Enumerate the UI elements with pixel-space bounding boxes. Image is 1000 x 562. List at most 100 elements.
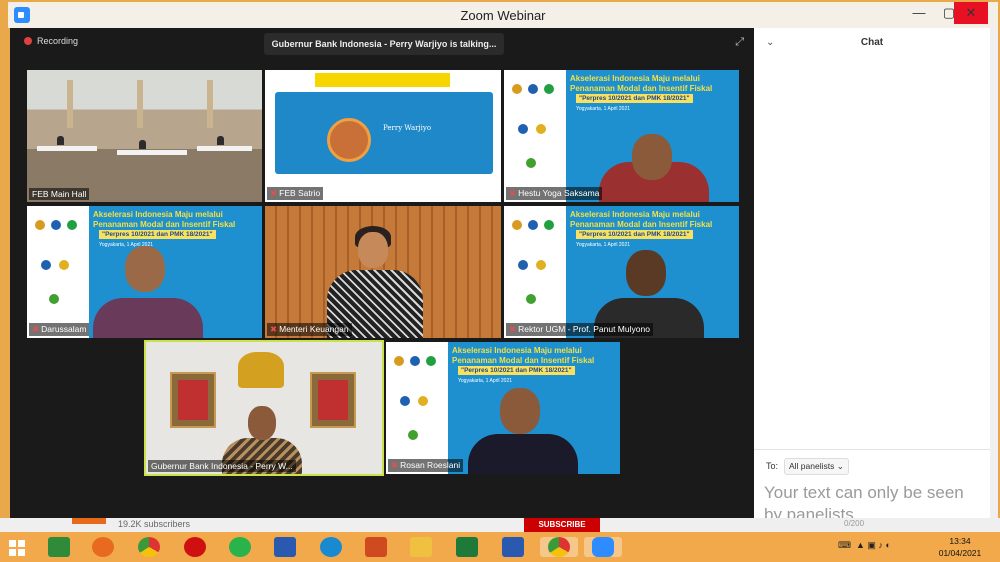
- whatsapp-icon[interactable]: [229, 537, 251, 557]
- speaker-portrait: [327, 118, 371, 162]
- zoom-icon[interactable]: [592, 537, 614, 557]
- participant-head: [632, 134, 672, 180]
- video-tile[interactable]: Perry Warjiyo ✖ FEB Satrio: [265, 70, 501, 202]
- taskbar-app-1[interactable]: [48, 537, 70, 557]
- hall-table: [197, 146, 252, 151]
- speaker-banner: Gubernur Bank Indonesia - Perry Warjiyo …: [264, 33, 504, 55]
- subscriber-count: 19.2K subscribers: [118, 519, 191, 529]
- sponsor-sidebar: [386, 342, 448, 474]
- mic-muted-icon: ✖: [32, 324, 40, 334]
- word-icon[interactable]: [502, 537, 524, 557]
- participant-body: [468, 434, 578, 474]
- window-titlebar: Zoom Webinar — ▢ ✕: [8, 2, 998, 28]
- edge-icon[interactable]: [320, 537, 342, 557]
- participant-name: FEB Main Hall: [29, 188, 90, 200]
- hall-column: [67, 80, 73, 128]
- video-tile[interactable]: Akselerasi Indonesia Maju melalui Penana…: [27, 206, 262, 338]
- banner-title: Akselerasi Indonesia Maju melalui Penana…: [93, 210, 236, 229]
- mic-muted-icon: ✖: [509, 324, 517, 334]
- background-browser-strip: 19.2K subscribers SUBSCRIBE 0/200: [0, 518, 1000, 532]
- chrome-icon[interactable]: [138, 537, 160, 557]
- channel-logo: [72, 518, 106, 524]
- participant-head: [500, 388, 540, 434]
- participant-head: [125, 246, 165, 292]
- banner-date: Yogyakarta, 1 April 2021: [458, 378, 513, 384]
- video-tile-active-speaker[interactable]: Gubernur Bank Indonesia - Perry W...: [144, 340, 384, 476]
- webinar-slide: [275, 92, 493, 174]
- participant-name: ✖ Darussalam: [29, 323, 90, 336]
- sponsor-sidebar: [504, 206, 566, 338]
- attendee: [217, 136, 224, 145]
- video-tile[interactable]: ✖ Menteri Keuangan: [265, 206, 501, 338]
- windows-start-icon[interactable]: [9, 540, 25, 556]
- close-button[interactable]: ✕: [954, 2, 988, 24]
- video-tile[interactable]: Akselerasi Indonesia Maju melalui Penana…: [386, 342, 620, 474]
- participant-head: [248, 406, 276, 440]
- sponsor-logos: [315, 73, 450, 87]
- mic-muted-icon: ✖: [270, 324, 278, 334]
- banner-title: Akselerasi Indonesia Maju melalui Penana…: [452, 346, 595, 365]
- hall-column: [207, 80, 213, 128]
- excel-icon[interactable]: [456, 537, 478, 557]
- banner-title: Akselerasi Indonesia Maju melalui Penana…: [570, 74, 713, 93]
- participant-name: ✖ Rosan Roeslani: [388, 459, 464, 472]
- recording-indicator: Recording: [24, 36, 78, 46]
- participant-head: [358, 232, 388, 268]
- record-dot-icon: [24, 37, 32, 45]
- char-counter: 0/200: [844, 519, 865, 528]
- powerpoint-icon[interactable]: [365, 537, 387, 557]
- participant-name: ✖ Hestu Yoga Saksama: [506, 187, 603, 200]
- participant-name: ✖ Menteri Keuangan: [267, 323, 352, 336]
- chat-title: Chat: [860, 37, 884, 48]
- minimize-button[interactable]: —: [902, 2, 936, 24]
- hall-table: [37, 146, 97, 151]
- portrait-frame: [170, 372, 216, 428]
- banner-subtitle: "Perpres 10/2021 dan PMK 18/2021": [99, 230, 216, 239]
- banner-subtitle: "Perpres 10/2021 dan PMK 18/2021": [576, 94, 693, 103]
- chat-header: ⌄ Chat: [754, 28, 990, 58]
- chat-divider: [754, 449, 990, 450]
- file-explorer-icon[interactable]: [410, 537, 432, 557]
- hall-table: [117, 150, 187, 155]
- firefox-icon[interactable]: [92, 537, 114, 557]
- attendee: [57, 136, 64, 145]
- recording-label: Recording: [37, 36, 79, 46]
- scrollbar[interactable]: [990, 28, 998, 518]
- video-tile[interactable]: FEB Main Hall: [27, 70, 262, 202]
- desktop: Zoom Webinar — ▢ ✕ Recording Gubernur Ba…: [0, 0, 1000, 562]
- participant-name: Gubernur Bank Indonesia - Perry W...: [148, 460, 296, 472]
- participant-name: ✖ FEB Satrio: [267, 187, 324, 200]
- participant-body: [93, 298, 203, 338]
- portrait-frame: [310, 372, 356, 428]
- participant-head: [626, 250, 666, 296]
- video-tile[interactable]: Akselerasi Indonesia Maju melalui Penana…: [504, 70, 739, 202]
- hall-column: [137, 80, 143, 128]
- clock[interactable]: 13:34 01/04/2021: [930, 535, 990, 559]
- slide-signature: Perry Warjiyo: [383, 124, 432, 132]
- chat-input[interactable]: Your text can only be seen by panelists: [764, 482, 984, 518]
- attendee: [139, 140, 146, 149]
- participant-name: ✖ Rektor UGM - Prof. Panut Mulyono: [506, 323, 653, 336]
- video-gallery: Recording Gubernur Bank Indonesia - Perr…: [10, 28, 754, 518]
- garuda-emblem: [238, 352, 284, 388]
- chrome-active-icon[interactable]: [548, 537, 570, 557]
- recipient-dropdown[interactable]: All panelists ⌄: [784, 458, 849, 475]
- subscribe-button[interactable]: SUBSCRIBE: [524, 518, 600, 532]
- taskbar: ⌨ ▲ ▣ ♪ ◐ 13:34 01/04/2021: [0, 532, 1000, 562]
- video-tile[interactable]: Akselerasi Indonesia Maju melalui Penana…: [504, 206, 739, 338]
- banner-subtitle: "Perpres 10/2021 dan PMK 18/2021": [576, 230, 693, 239]
- banner-date: Yogyakarta, 1 April 2021: [576, 106, 631, 112]
- sponsor-sidebar: [27, 206, 89, 338]
- mic-muted-icon: ✖: [270, 188, 278, 198]
- expand-icon[interactable]: ⤢: [735, 36, 744, 49]
- system-tray[interactable]: ⌨ ▲ ▣ ♪ ◐: [838, 540, 891, 551]
- opera-icon[interactable]: [184, 537, 206, 557]
- chat-panel: ⌄ Chat To: All panelists ⌄ Your text can…: [754, 28, 990, 518]
- visio-icon[interactable]: [274, 537, 296, 557]
- sponsor-sidebar: [504, 70, 566, 202]
- clock-date: 01/04/2021: [938, 548, 982, 558]
- mic-muted-icon: ✖: [391, 460, 399, 470]
- window-title: Zoom Webinar: [460, 8, 546, 23]
- banner-date: Yogyakarta, 1 April 2021: [576, 242, 631, 248]
- banner-subtitle: "Perpres 10/2021 dan PMK 18/2021": [458, 366, 575, 375]
